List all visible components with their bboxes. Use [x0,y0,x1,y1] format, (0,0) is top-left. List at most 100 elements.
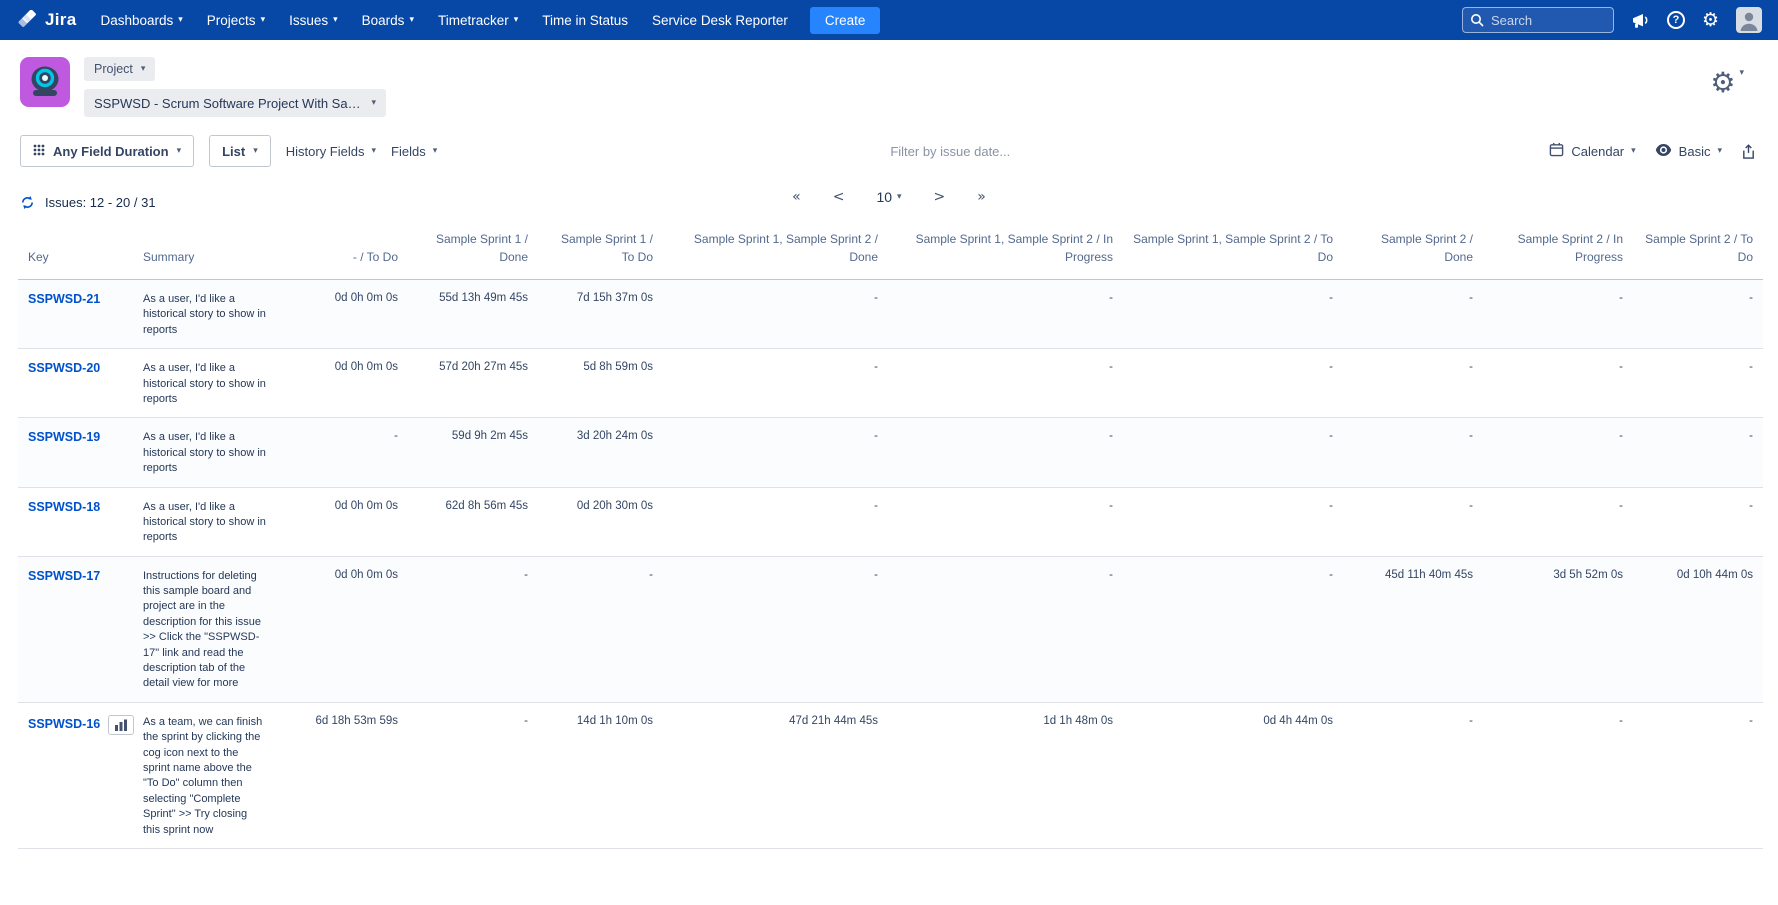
table-header-row: KeySummary- / To DoSample Sprint 1 / Don… [18,224,1763,280]
project-select[interactable]: SSPWSD - Scrum Software Project With Sam… [84,89,386,117]
help-icon[interactable]: ? [1667,11,1685,29]
nav-item-label: Dashboards [100,13,173,28]
table-row: SSPWSD-17Instructions for deleting this … [18,556,1763,702]
duration-cell: - [888,280,1123,349]
navbar-right-cluster: ? ⚙ [1462,7,1762,33]
chevron-down-icon: ▾ [1739,69,1744,78]
column-header[interactable]: Sample Sprint 1 / Done [408,224,538,280]
jira-logo[interactable]: Jira [16,10,88,30]
column-header[interactable]: - / To Do [298,224,408,280]
table-row: SSPWSD-20As a user, I'd like a historica… [18,349,1763,418]
chevron-down-icon: ▾ [1717,147,1722,156]
duration-cell: - [888,349,1123,418]
column-header[interactable]: Key [18,224,133,280]
avatar[interactable] [1736,7,1762,33]
next-page-button[interactable]: > [934,189,946,205]
chevron-down-icon: ▾ [897,193,902,202]
issues-table-body: SSPWSD-21 As a user, I'd like a historica… [18,280,1763,849]
duration-cell: - [663,349,888,418]
issue-key-link[interactable]: SSPWSD-17 [28,569,100,583]
nav-item-issues[interactable]: Issues▾ [277,0,350,40]
column-header[interactable]: Sample Sprint 1, Sample Sprint 2 / Done [663,224,888,280]
column-header[interactable]: Sample Sprint 1, Sample Sprint 2 / In Pr… [888,224,1123,280]
duration-cell: - [1483,702,1633,848]
issue-key-link[interactable]: SSPWSD-19 [28,430,100,444]
duration-cell: - [1123,418,1343,487]
history-fields-dropdown[interactable]: History Fields ▾ [286,144,376,159]
column-header[interactable]: Sample Sprint 2 / In Progress [1483,224,1633,280]
table-row: SSPWSD-19 As a user, I'd like a historica… [18,418,1763,487]
toolbar-right-cluster: Calendar ▾ Basic ▾ [1549,142,1758,160]
column-header[interactable]: Sample Sprint 1, Sample Sprint 2 / To Do [1123,224,1343,280]
prev-page-button[interactable]: < [833,189,845,205]
column-header[interactable]: Summary [133,224,298,280]
chevron-down-icon: ▾ [371,99,376,108]
issue-key-link[interactable]: SSPWSD-20 [28,361,100,375]
chevron-down-icon: ▾ [333,16,338,25]
duration-cell: - [1123,556,1343,702]
page-size-select[interactable]: 10 ▾ [876,189,901,205]
duration-cell: 47d 21h 44m 45s [663,702,888,848]
export-icon[interactable] [1741,143,1756,160]
nav-item-boards[interactable]: Boards▾ [350,0,426,40]
column-header[interactable]: Sample Sprint 2 / Done [1343,224,1483,280]
nav-item-dashboards[interactable]: Dashboards▾ [88,0,194,40]
project-header: Project ▾ SSPWSD - Scrum Software Projec… [0,40,1778,121]
duration-cell: - [663,280,888,349]
chevron-down-icon: ▾ [253,147,258,156]
project-name: SSPWSD - Scrum Software Project With Sam… [94,96,363,111]
view-mode-label: Basic [1679,144,1711,159]
pagination: « < 10 ▾ > » [0,189,1778,205]
chevron-down-icon: ▾ [261,16,266,25]
project-settings-button[interactable]: ⚙ ▾ [1710,57,1758,97]
duration-cell: 3d 20h 24m 0s [538,418,663,487]
column-header[interactable]: Sample Sprint 2 / To Do [1633,224,1763,280]
issue-key-link[interactable]: SSPWSD-18 [28,500,100,514]
calendar-dropdown[interactable]: Calendar ▾ [1549,142,1635,160]
issue-summary: As a user, I'd like a historical story t… [133,418,298,487]
issue-summary: As a team, we can finish the sprint by c… [133,702,298,848]
chevron-down-icon: ▾ [372,147,377,156]
view-list-dropdown[interactable]: List ▾ [209,135,271,167]
duration-cell: 55d 13h 49m 45s [408,280,538,349]
chevron-down-icon: ▾ [514,16,519,25]
settings-gear-icon[interactable]: ⚙ [1702,11,1719,30]
jira-logo-icon [18,10,38,30]
duration-cell: - [888,487,1123,556]
search-input[interactable] [1462,7,1614,33]
field-duration-dropdown[interactable]: Any Field Duration ▾ [20,135,194,167]
duration-cell: - [298,418,408,487]
duration-cell: 0d 0h 0m 0s [298,556,408,702]
duration-cell: - [1483,487,1633,556]
column-header[interactable]: Sample Sprint 1 / To Do [538,224,663,280]
issue-key-link[interactable]: SSPWSD-21 [28,292,100,306]
chart-icon[interactable] [108,715,134,735]
issue-date-filter-input[interactable] [888,143,1098,160]
duration-cell: 0d 0h 0m 0s [298,487,408,556]
duration-cell: - [1633,487,1763,556]
create-button[interactable]: Create [810,7,881,34]
duration-cell: - [1483,349,1633,418]
duration-cell: - [1633,280,1763,349]
issue-key-link[interactable]: SSPWSD-16 [28,717,100,731]
nav-item-time-in-status[interactable]: Time in Status [530,0,640,40]
issue-summary: As a user, I'd like a historical story t… [133,487,298,556]
duration-cell: - [1483,280,1633,349]
duration-cell: 0d 10h 44m 0s [1633,556,1763,702]
announcements-icon[interactable] [1631,12,1650,29]
project-type-dropdown[interactable]: Project ▾ [84,57,155,81]
nav-item-service-desk-reporter[interactable]: Service Desk Reporter [640,0,800,40]
first-page-button[interactable]: « [792,189,801,205]
project-avatar[interactable] [20,57,70,112]
project-avatar-icon [20,57,70,107]
nav-item-projects[interactable]: Projects▾ [195,0,277,40]
view-list-label: List [222,144,245,159]
nav-item-timetracker[interactable]: Timetracker▾ [426,0,530,40]
duration-cell: - [1343,280,1483,349]
fields-dropdown[interactable]: Fields ▾ [391,144,437,159]
duration-cell: - [1123,349,1343,418]
duration-cell: 0d 4h 44m 0s [1123,702,1343,848]
last-page-button[interactable]: » [977,189,986,205]
issues-bar: Issues: 12 - 20 / 31 « < 10 ▾ > » [0,179,1778,220]
view-mode-dropdown[interactable]: Basic ▾ [1655,144,1722,159]
